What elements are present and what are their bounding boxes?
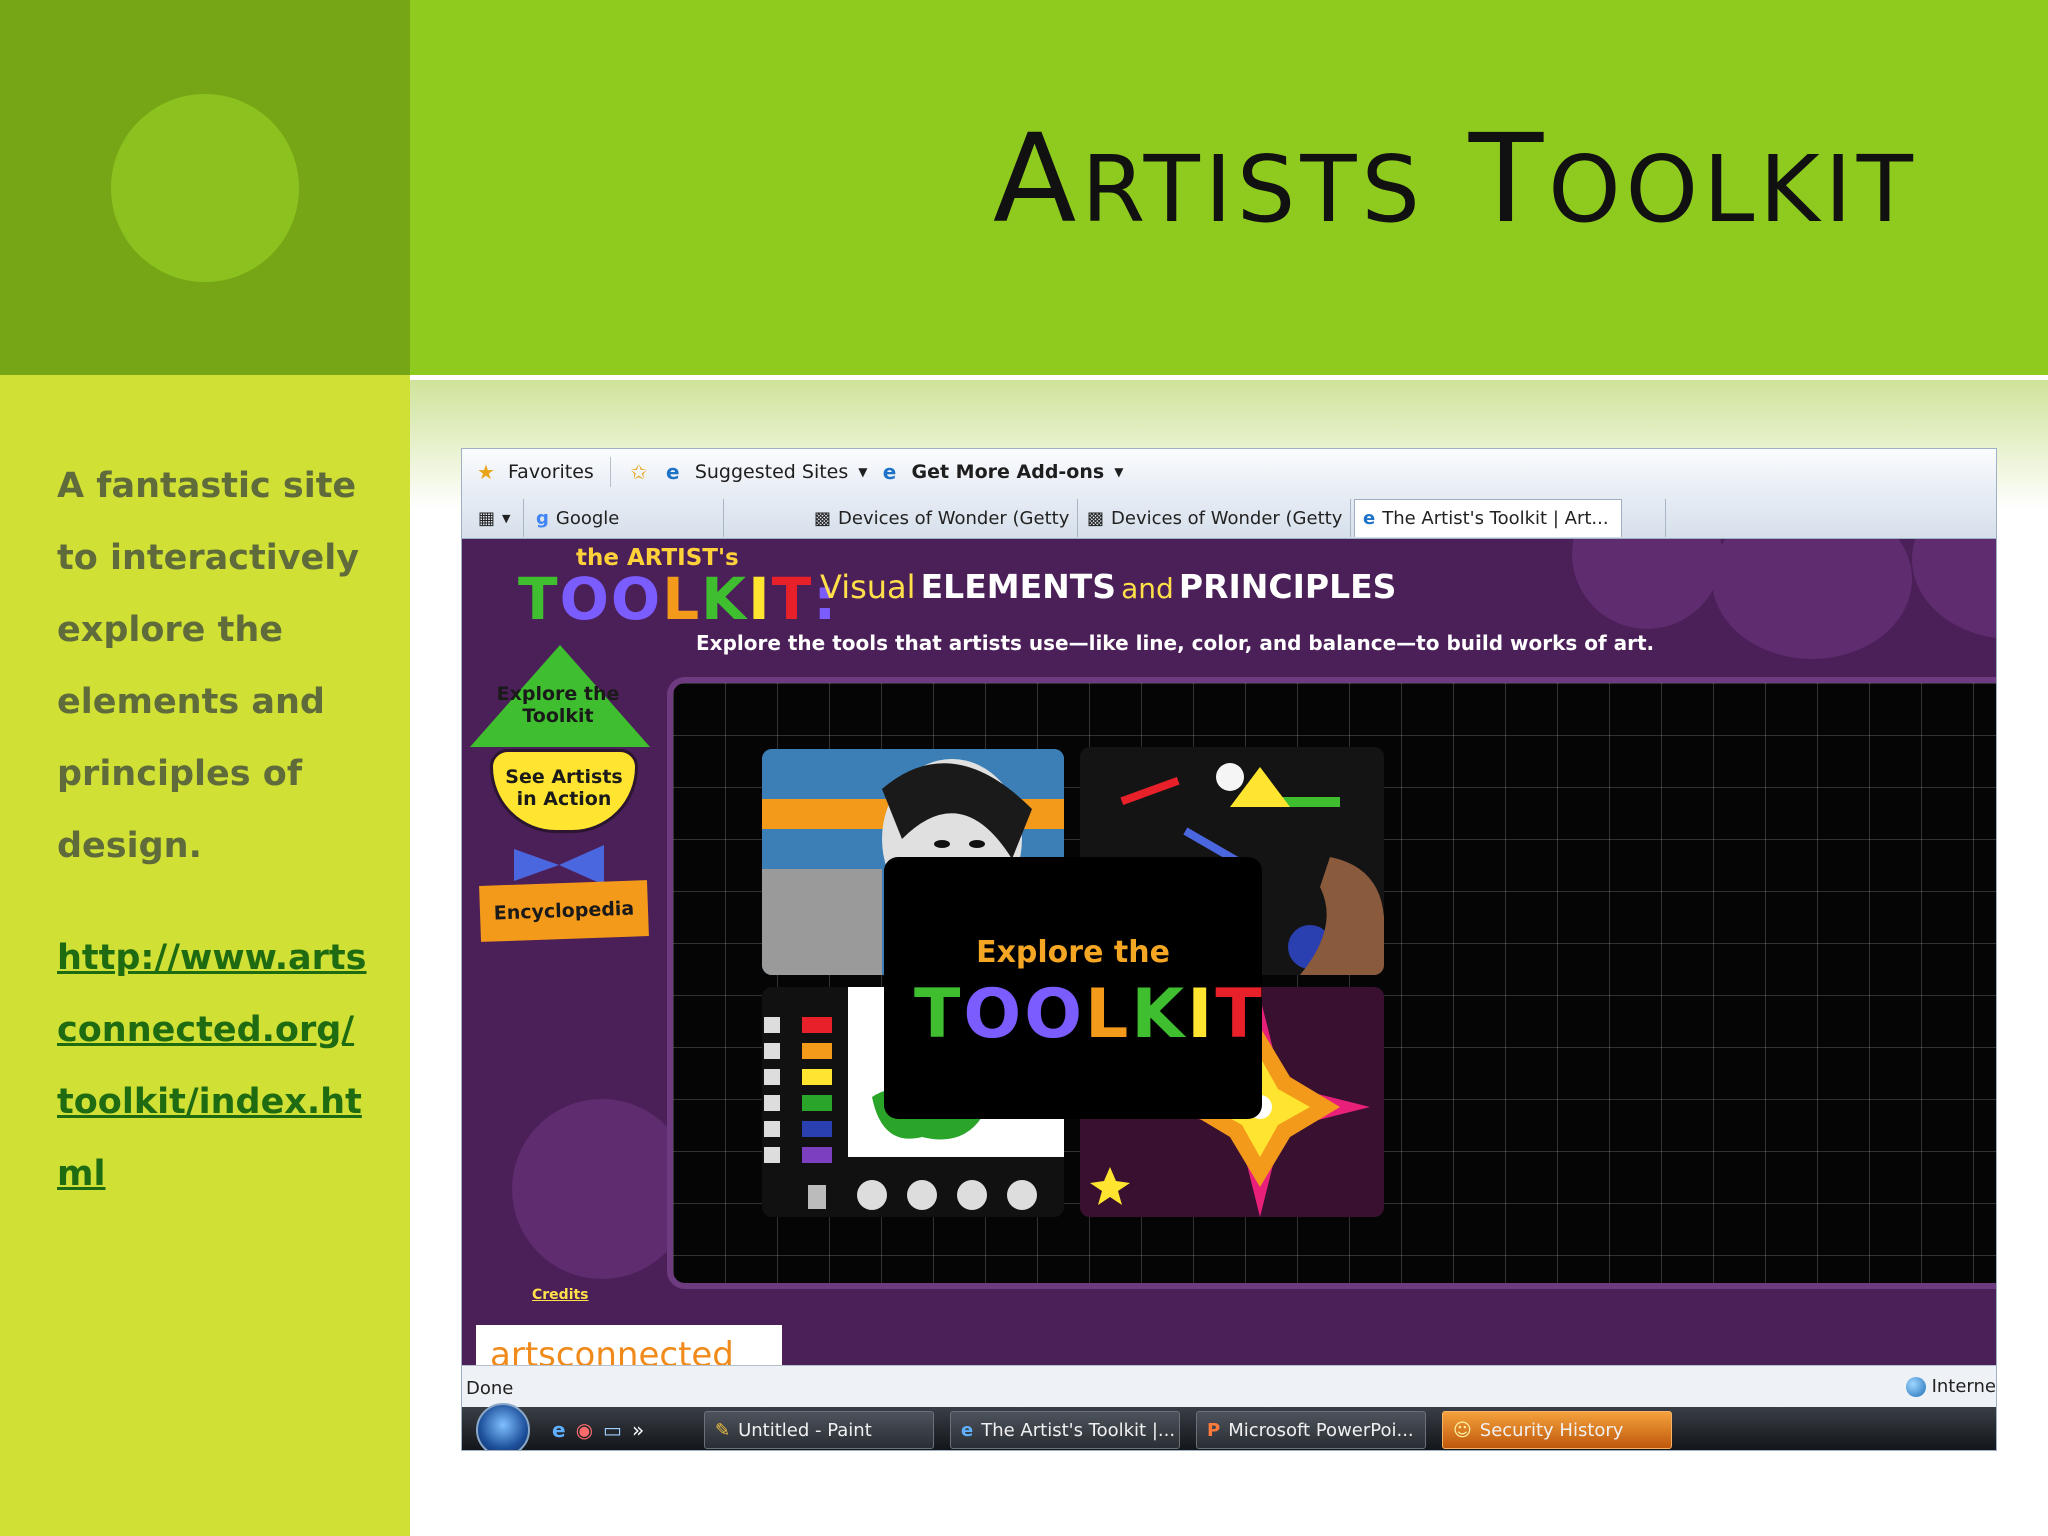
tab-devices-of-wonder[interactable]: ▩ Devices of Wonder (Getty ...: [1079, 499, 1351, 537]
favorites-button[interactable]: Favorites: [508, 461, 594, 483]
overlay-logo: TOOLKIT: [914, 975, 1265, 1054]
toolbar-separator: [609, 457, 611, 487]
see-artists-button[interactable]: See Artists in Action: [490, 749, 638, 833]
taskbar-button-browser[interactable]: e The Artist's Toolkit |...: [950, 1411, 1180, 1449]
taskbar-button-paint[interactable]: ✎ Untitled - Paint: [704, 1411, 934, 1449]
artsconnected-logo[interactable]: artsconnected: [476, 1325, 782, 1365]
more-quicklaunch-icon[interactable]: »: [632, 1418, 644, 1442]
title-band: ARTISTS TOOLKIT: [410, 0, 2048, 375]
bowtie-icon: [514, 845, 604, 885]
status-bar: Done Interne: [462, 1365, 1996, 1407]
favorites-bar: ★ Favorites ✩ e Suggested Sites ▼ e Get …: [462, 449, 1996, 495]
add-favorite-icon[interactable]: ✩: [627, 460, 651, 484]
status-text: Done: [466, 1378, 514, 1399]
chevron-down-icon[interactable]: ▼: [1114, 465, 1123, 479]
overlay-text: Explore the: [976, 935, 1170, 970]
slide-body-text: A fantastic site to interactively explor…: [57, 466, 360, 866]
new-tab-button[interactable]: [1624, 499, 1666, 537]
credits-link[interactable]: Credits: [532, 1287, 589, 1303]
browser-screenshot: ★ Favorites ✩ e Suggested Sites ▼ e Get …: [461, 448, 1997, 1451]
security-icon: ☺: [1453, 1419, 1472, 1441]
title-rest: OOLKIT: [1548, 136, 1918, 243]
heading-and: and: [1121, 572, 1174, 605]
explore-toolkit-label[interactable]: Explore the Toolkit: [494, 683, 622, 727]
website-viewport: the ARTIST's TOOLKIT: Visual ELEMENTS an…: [462, 539, 1996, 1365]
chevron-down-icon[interactable]: ▼: [858, 465, 867, 479]
tab-label: Devices of Wonder (Getty ...: [1111, 507, 1351, 529]
toolkit-link[interactable]: http://www.artsconnected.org/toolkit/ind…: [57, 922, 367, 1210]
globe-icon: [1905, 1376, 1926, 1397]
decorative-bubble: [512, 1099, 692, 1279]
title-rest: RTISTS: [1081, 136, 1425, 243]
ie-icon[interactable]: e: [552, 1418, 566, 1442]
security-zone[interactable]: Interne: [1905, 1376, 1996, 1397]
taskbar-label: Microsoft PowerPoi...: [1228, 1419, 1414, 1441]
decorative-bubble: [1912, 539, 1996, 639]
quick-tabs-icon: ▦: [478, 507, 496, 529]
title-letter: T: [1468, 108, 1549, 250]
quick-launch: e ◉ ▭ »: [552, 1418, 644, 1442]
taskbar-label: Security History: [1479, 1419, 1624, 1441]
taskbar: e ◉ ▭ » ✎ Untitled - Paint e The Artist'…: [462, 1402, 1996, 1450]
get-more-addons-button[interactable]: Get More Add-ons: [912, 461, 1105, 483]
google-icon: g: [536, 507, 549, 529]
favorites-star-icon[interactable]: ★: [474, 460, 498, 484]
taskbar-label: The Artist's Toolkit |...: [981, 1419, 1176, 1441]
start-button[interactable]: [476, 1402, 530, 1450]
quick-tabs-button[interactable]: ▦ ▼: [470, 499, 524, 537]
ie-icon: e: [961, 1419, 974, 1441]
slide-title: ARTISTS TOOLKIT: [993, 118, 1918, 240]
media-icon[interactable]: ◉: [576, 1418, 593, 1442]
tab-label: The Artist's Toolkit | Art...: [1382, 508, 1609, 529]
title-letter: A: [992, 108, 1082, 250]
site-tagline: Explore the tools that artists use—like …: [696, 631, 1655, 655]
heading-principles: PRINCIPLES: [1178, 567, 1397, 606]
taskbar-label: Untitled - Paint: [738, 1419, 872, 1441]
decorative-circle: [111, 94, 299, 282]
taskbar-button-security-history[interactable]: ☺ Security History: [1442, 1411, 1672, 1449]
decorative-bubble: [1712, 539, 1912, 659]
taskbar-button-powerpoint[interactable]: P Microsoft PowerPoi...: [1196, 1411, 1426, 1449]
chevron-down-icon: ▼: [502, 511, 511, 525]
tab-google[interactable]: g Google: [528, 499, 724, 537]
close-icon[interactable]: ✕: [1620, 508, 1621, 529]
tab-bar: ▦ ▼ g Google ▩ Devices of Wonder (Getty .…: [462, 495, 1996, 539]
tab-label: Devices of Wonder (Getty ...: [838, 507, 1078, 529]
heading-elements: ELEMENTS: [920, 567, 1117, 606]
powerpoint-icon: P: [1207, 1419, 1221, 1441]
ie-icon: e: [1363, 508, 1376, 529]
show-desktop-icon[interactable]: ▭: [603, 1418, 622, 1442]
decorative-bubble: [1572, 539, 1722, 629]
zone-label: Interne: [1931, 1376, 1996, 1397]
site-heading: Visual ELEMENTS and PRINCIPLES: [820, 567, 1396, 606]
ie-icon: e: [666, 460, 680, 484]
suggested-sites-button[interactable]: Suggested Sites: [695, 461, 848, 483]
tab-label: Google: [555, 507, 620, 529]
encyclopedia-button[interactable]: Encyclopedia: [479, 880, 649, 942]
heading-visual: Visual: [820, 568, 916, 606]
ie-page-icon: e: [882, 460, 897, 484]
tab-artists-toolkit[interactable]: e The Artist's Toolkit | Art... ✕: [1354, 499, 1622, 537]
page-icon: ▩: [1087, 507, 1105, 529]
explore-toolkit-overlay[interactable]: Explore the TOOLKIT: [884, 857, 1262, 1119]
page-icon: ▩: [814, 507, 832, 529]
site-logo[interactable]: TOOLKIT:: [518, 565, 839, 633]
paint-icon: ✎: [715, 1419, 731, 1441]
tab-devices-of-wonder[interactable]: ▩ Devices of Wonder (Getty ...: [806, 499, 1078, 537]
